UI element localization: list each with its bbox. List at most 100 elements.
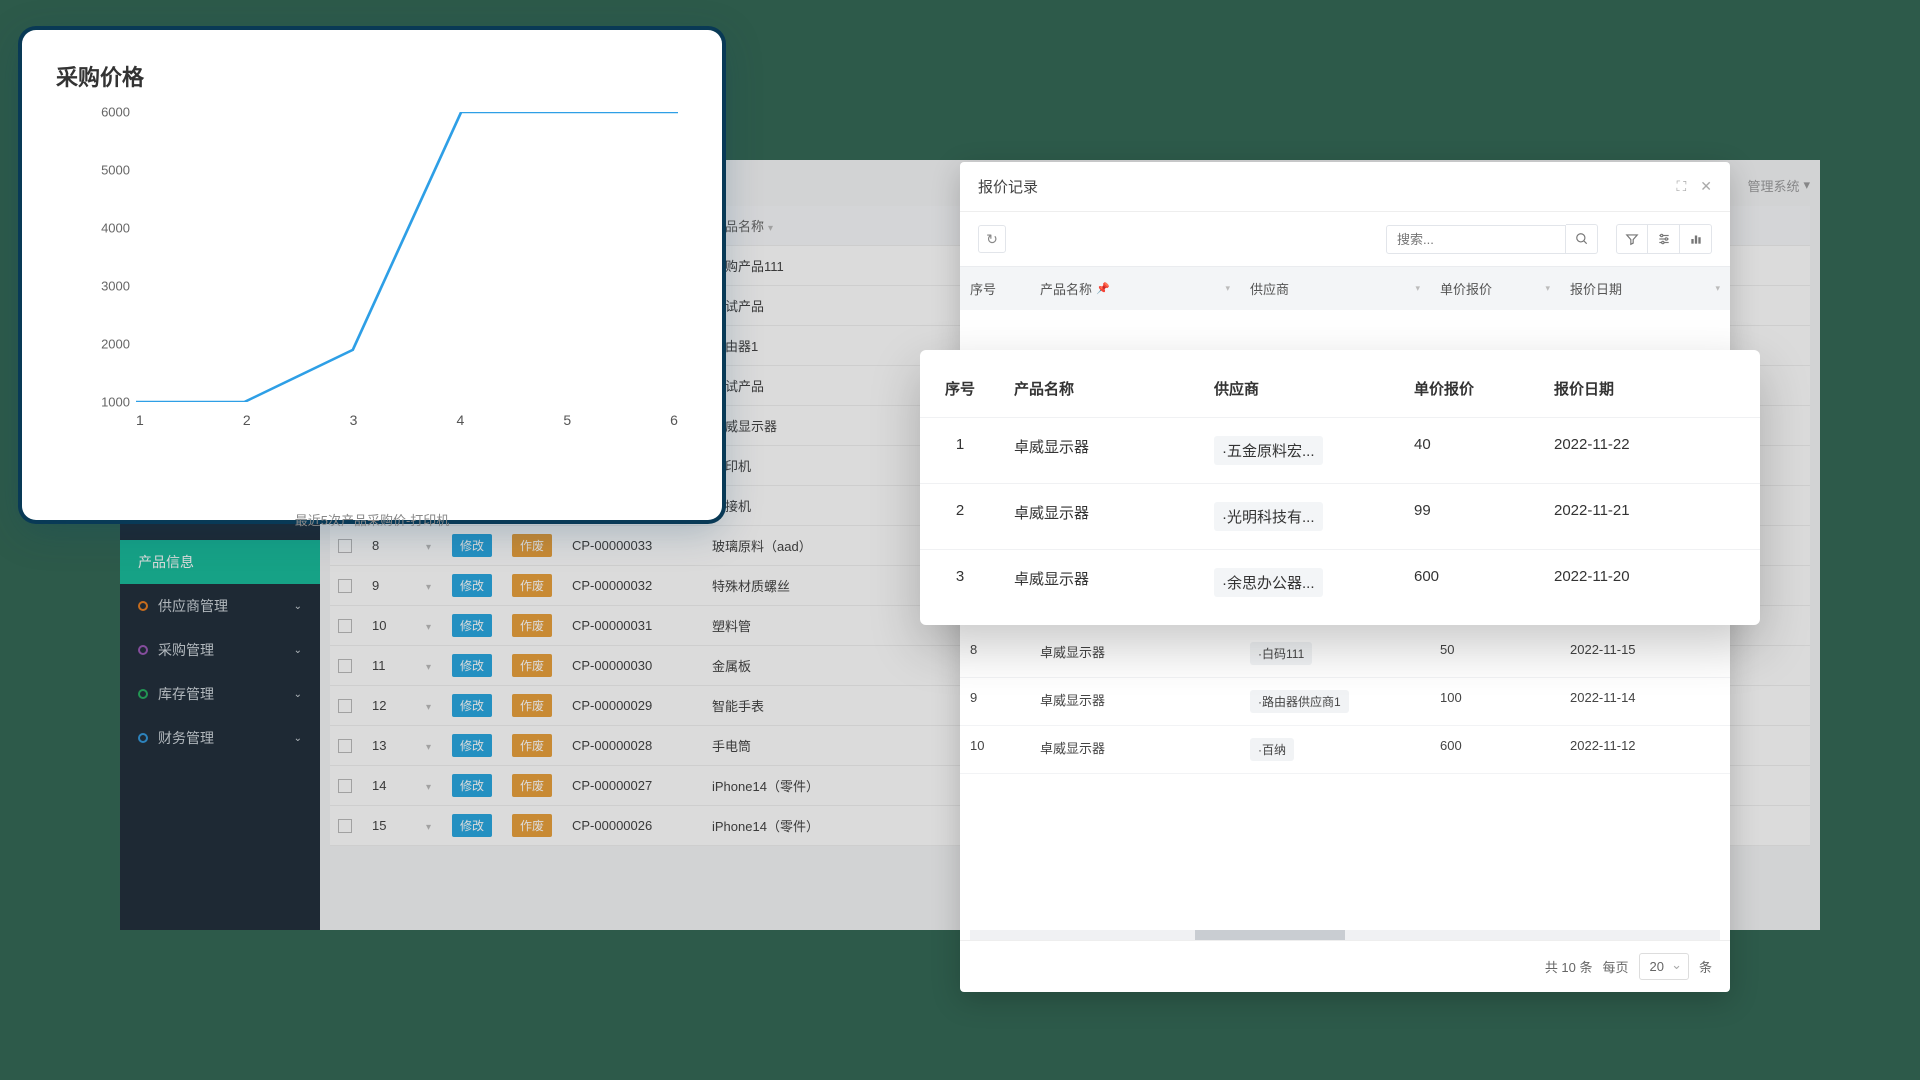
filter-icon — [1625, 232, 1639, 246]
edit-button[interactable]: 修改 — [452, 774, 492, 797]
edit-button[interactable]: 修改 — [452, 734, 492, 757]
close-icon[interactable]: ✕ — [1700, 178, 1712, 195]
void-button[interactable]: 作废 — [512, 734, 552, 757]
sidebar-item-label: 供应商管理 — [158, 596, 228, 616]
void-button[interactable]: 作废 — [512, 614, 552, 637]
col-name: 产品名称 — [1000, 360, 1200, 417]
checkbox[interactable] — [338, 739, 352, 753]
per-page-label: 每页 — [1603, 957, 1629, 976]
bar-chart-icon — [1689, 232, 1703, 246]
sidebar-item-purchase[interactable]: 采购管理 ⌄ — [120, 628, 320, 672]
sidebar-item-label: 产品信息 — [138, 552, 194, 572]
chart-title: 采购价格 — [56, 60, 688, 92]
supplier-chip[interactable]: ·五金原料宏... — [1214, 436, 1323, 465]
search-icon — [1575, 232, 1589, 246]
edit-button[interactable]: 修改 — [452, 814, 492, 837]
checkbox[interactable] — [338, 699, 352, 713]
x-axis: 123456 — [136, 412, 678, 428]
edit-button[interactable]: 修改 — [452, 614, 492, 637]
chevron-down-icon: ⌄ — [294, 645, 302, 656]
supplier-chip[interactable]: ·路由器供应商1 — [1250, 690, 1349, 713]
supplier-chip[interactable]: ·白码111 — [1250, 642, 1312, 665]
system-dropdown[interactable]: 管理系统▾ — [1747, 176, 1810, 195]
modal-footer: 共 10 条 每页 20 条 — [960, 940, 1730, 992]
dot-icon — [138, 645, 148, 655]
sidebar-item-finance[interactable]: 财务管理 ⌄ — [120, 716, 320, 760]
void-button[interactable]: 作废 — [512, 814, 552, 837]
col-date[interactable]: 报价日期▾ — [1560, 267, 1730, 310]
col-supplier[interactable]: 供应商▾ — [1240, 267, 1430, 310]
chart-area: 100020003000400050006000 123456 — [80, 112, 688, 452]
popup-header: 序号 产品名称 供应商 单价报价 报价日期 — [920, 360, 1760, 417]
chart-button[interactable] — [1680, 224, 1712, 254]
supplier-chip[interactable]: ·光明科技有... — [1214, 502, 1323, 531]
expand-icon[interactable]: ⛶ — [1676, 178, 1686, 195]
void-button[interactable]: 作废 — [512, 534, 552, 557]
checkbox[interactable] — [338, 619, 352, 633]
popup-row[interactable]: 3 卓威显示器 ·余思办公器... 600 2022-11-20 — [920, 549, 1760, 615]
col-date: 报价日期 — [1540, 360, 1760, 417]
quote-row[interactable]: 8 卓威显示器 ·白码111 50 2022-11-15 — [960, 630, 1730, 678]
unit-label: 条 — [1699, 957, 1712, 976]
pin-icon: 📌 — [1096, 282, 1110, 295]
total-count: 共 10 条 — [1545, 957, 1593, 976]
price-chart-card: 采购价格 100020003000400050006000 123456 最近5… — [22, 30, 722, 520]
sidebar-item-label: 库存管理 — [158, 684, 214, 704]
chevron-down-icon: ⌄ — [294, 601, 302, 612]
checkbox[interactable] — [338, 539, 352, 553]
chart-subtitle: 最近5次产品采购价-打印机 — [56, 510, 688, 529]
col-supplier: 供应商 — [1200, 360, 1400, 417]
checkbox[interactable] — [338, 819, 352, 833]
void-button[interactable]: 作废 — [512, 694, 552, 717]
modal-header: 报价记录 ⛶ ✕ — [960, 162, 1730, 212]
refresh-button[interactable]: ↻ — [978, 225, 1006, 253]
void-button[interactable]: 作废 — [512, 654, 552, 677]
quote-row[interactable]: 9 卓威显示器 ·路由器供应商1 100 2022-11-14 — [960, 678, 1730, 726]
popup-row[interactable]: 1 卓威显示器 ·五金原料宏... 40 2022-11-22 — [920, 417, 1760, 483]
checkbox[interactable] — [338, 579, 352, 593]
checkbox[interactable] — [338, 779, 352, 793]
search-button[interactable] — [1566, 224, 1598, 254]
void-button[interactable]: 作废 — [512, 574, 552, 597]
detail-popup: 序号 产品名称 供应商 单价报价 报价日期 1 卓威显示器 ·五金原料宏... … — [920, 350, 1760, 625]
settings-button[interactable] — [1648, 224, 1680, 254]
edit-button[interactable]: 修改 — [452, 654, 492, 677]
page-size-select[interactable]: 20 — [1639, 953, 1689, 980]
modal-title: 报价记录 — [978, 176, 1038, 197]
quote-table-header: 序号 产品名称📌▾ 供应商▾ 单价报价▾ 报价日期▾ — [960, 266, 1730, 310]
chart-plot — [136, 112, 678, 402]
dot-icon — [138, 601, 148, 611]
supplier-chip[interactable]: ·百纳 — [1250, 738, 1294, 761]
col-seq[interactable]: 序号 — [960, 267, 1030, 310]
col-name[interactable]: 产品名称📌▾ — [1030, 267, 1240, 310]
horizontal-scrollbar[interactable] — [970, 930, 1720, 940]
sidebar-item-inventory[interactable]: 库存管理 ⌄ — [120, 672, 320, 716]
sidebar-item-label: 财务管理 — [158, 728, 214, 748]
sidebar-item-label: 采购管理 — [158, 640, 214, 660]
supplier-chip[interactable]: ·余思办公器... — [1214, 568, 1323, 597]
dot-icon — [138, 689, 148, 699]
settings-icon — [1657, 232, 1671, 246]
chevron-down-icon: ⌄ — [294, 689, 302, 700]
sidebar-item-suppliers[interactable]: 供应商管理 ⌄ — [120, 584, 320, 628]
chevron-down-icon: ⌄ — [294, 733, 302, 744]
search-input[interactable] — [1386, 225, 1566, 254]
quote-row[interactable]: 10 卓威显示器 ·百纳 600 2022-11-12 — [960, 726, 1730, 774]
filter-button[interactable] — [1616, 224, 1648, 254]
col-price: 单价报价 — [1400, 360, 1540, 417]
edit-button[interactable]: 修改 — [452, 574, 492, 597]
col-price[interactable]: 单价报价▾ — [1430, 267, 1560, 310]
quote-rows: 8 卓威显示器 ·白码111 50 2022-11-159 卓威显示器 ·路由器… — [960, 630, 1730, 774]
scrollbar-thumb[interactable] — [1195, 930, 1345, 940]
edit-button[interactable]: 修改 — [452, 694, 492, 717]
modal-toolbar: ↻ — [960, 212, 1730, 266]
line-chart — [136, 112, 678, 402]
checkbox[interactable] — [338, 659, 352, 673]
sidebar-item-products[interactable]: 产品信息 — [120, 540, 320, 584]
edit-button[interactable]: 修改 — [452, 534, 492, 557]
void-button[interactable]: 作废 — [512, 774, 552, 797]
col-seq: 序号 — [920, 360, 1000, 417]
popup-row[interactable]: 2 卓威显示器 ·光明科技有... 99 2022-11-21 — [920, 483, 1760, 549]
y-axis: 100020003000400050006000 — [80, 112, 136, 402]
dot-icon — [138, 733, 148, 743]
